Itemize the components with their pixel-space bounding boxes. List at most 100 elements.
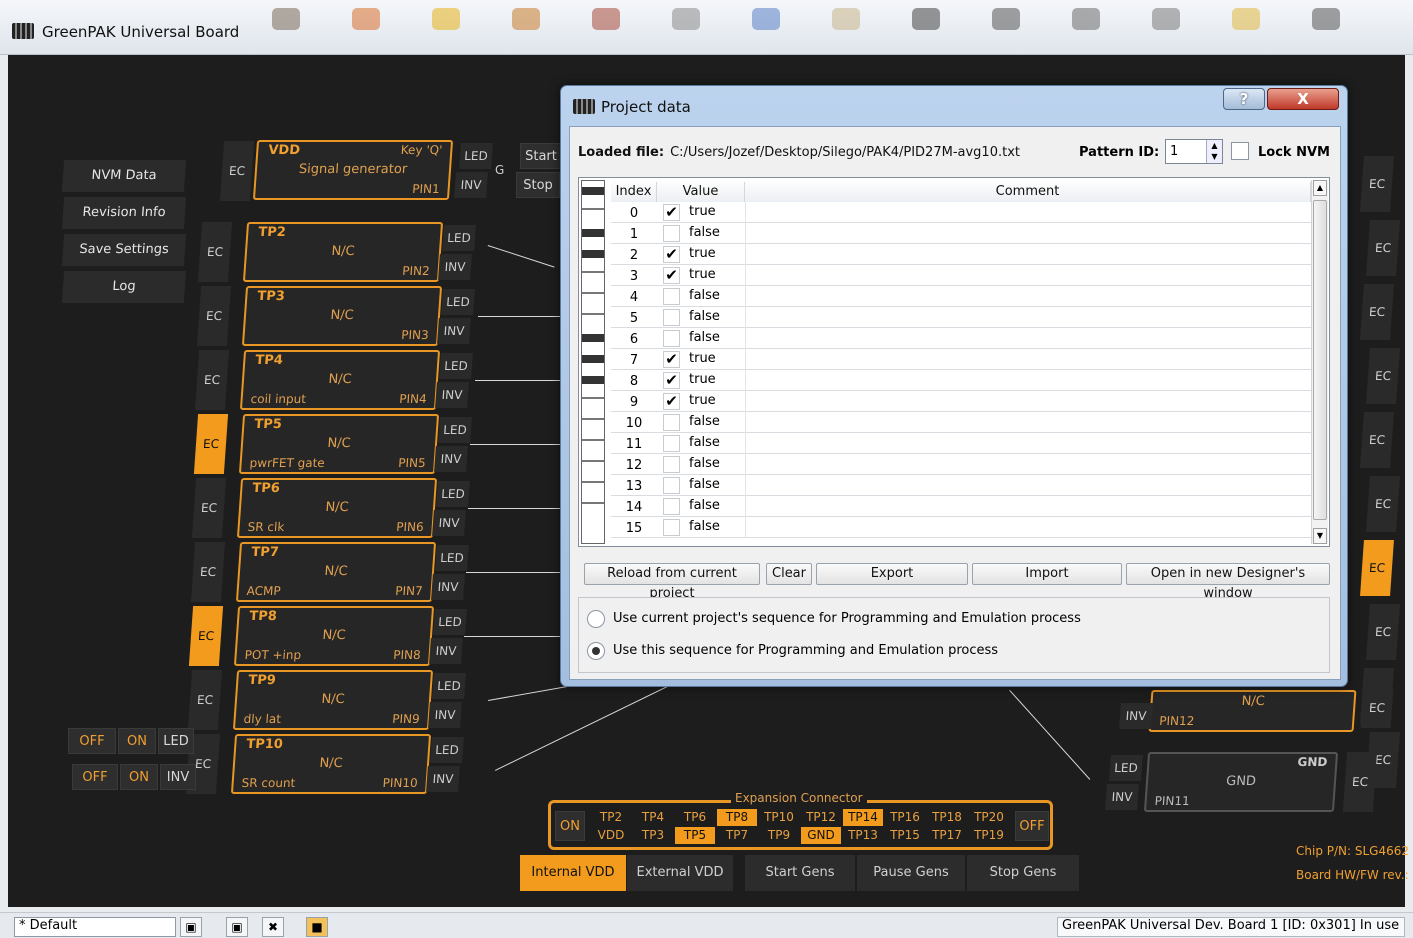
row-checkbox[interactable] — [663, 519, 680, 536]
pattern-id-spinner[interactable]: ▲ ▼ — [1206, 140, 1222, 163]
column-index[interactable]: Index — [611, 182, 657, 202]
expansion-pin-cell[interactable]: VDD — [591, 827, 631, 844]
pin12-block[interactable]: N/C PIN12 — [1148, 690, 1357, 732]
inv-button[interactable]: INV — [438, 254, 472, 280]
external-vdd-button[interactable]: External VDD — [627, 855, 733, 891]
inv-button[interactable]: INV — [426, 766, 460, 792]
led-button[interactable]: LED — [440, 289, 475, 315]
ec-button[interactable]: EC — [191, 478, 227, 538]
right-ec-button[interactable]: EC — [1366, 604, 1400, 660]
bag-icon[interactable] — [592, 8, 620, 30]
led-button[interactable]: LED — [437, 417, 472, 443]
close-button[interactable]: X — [1267, 88, 1339, 110]
led-button[interactable]: LED — [431, 673, 466, 699]
row-checkbox[interactable] — [663, 309, 680, 326]
profile-select[interactable]: * Default — [14, 917, 176, 937]
wand-icon[interactable] — [352, 8, 380, 30]
start-gens-button[interactable]: Start Gens — [745, 855, 855, 891]
table-row[interactable]: 15 false — [611, 517, 1311, 538]
row-checkbox[interactable] — [663, 435, 680, 452]
right-ec-button[interactable]: EC — [1360, 412, 1394, 468]
inv-button[interactable]: INV — [430, 574, 465, 600]
expansion-pin-cell[interactable]: TP15 — [885, 827, 925, 844]
pause-gens-button[interactable]: Pause Gens — [857, 855, 965, 891]
pin12-inv-button[interactable]: INV — [1119, 703, 1153, 729]
pin-block[interactable]: TP5 N/C pwrFET gate PIN5 — [238, 414, 439, 474]
right-ec-button[interactable]: EC — [1360, 284, 1394, 340]
pencil-icon[interactable] — [752, 8, 780, 30]
column-comment[interactable]: Comment — [745, 182, 1311, 202]
led-button[interactable]: LED — [430, 737, 464, 763]
inv-on-button[interactable]: ON — [120, 764, 158, 790]
clear-button[interactable]: Clear — [766, 563, 812, 585]
pin-block[interactable]: TP6 N/C SR clk PIN6 — [236, 478, 438, 538]
expansion-pin-cell[interactable]: TP2 — [591, 809, 631, 826]
plug-icon[interactable] — [512, 8, 540, 30]
vdd-led-button[interactable]: LED — [459, 143, 493, 169]
ec-button[interactable]: EC — [187, 670, 222, 730]
start-button[interactable]: Start — [520, 143, 562, 169]
pin11-ec-button[interactable]: EC — [1342, 752, 1378, 812]
pin11-inv-button[interactable]: INV — [1105, 784, 1139, 810]
row-checkbox[interactable] — [663, 477, 680, 494]
led-button[interactable]: LED — [442, 225, 476, 251]
expansion-pin-cell[interactable]: TP12 — [801, 809, 841, 826]
expansion-pin-cell[interactable]: TP6 — [675, 809, 715, 826]
inv-off-button[interactable]: OFF — [72, 764, 118, 790]
log-button[interactable]: Log — [61, 271, 187, 303]
help-button[interactable]: ? — [1223, 88, 1265, 110]
table-row[interactable]: 9 ✔ true — [611, 391, 1311, 412]
inv-button[interactable]: INV — [433, 446, 468, 472]
pin-block[interactable]: TP2 N/C PIN2 — [242, 222, 444, 282]
pin-block[interactable]: TP10 N/C SR count PIN10 — [230, 734, 432, 794]
open-designer-button[interactable]: Open in new Designer's window — [1126, 563, 1330, 601]
table-row[interactable]: 4 false — [611, 286, 1311, 307]
led-button[interactable]: LED — [439, 353, 473, 379]
row-checkbox[interactable] — [663, 330, 680, 347]
scroll-thumb[interactable] — [1313, 200, 1327, 520]
row-checkbox[interactable] — [663, 414, 680, 431]
pin11-block[interactable]: GND GND PIN11 — [1143, 752, 1339, 812]
pin-block[interactable]: TP8 N/C POT +inp PIN8 — [233, 606, 435, 666]
led-button[interactable]: LED — [434, 545, 469, 571]
table-row[interactable]: 2 ✔ true — [611, 244, 1311, 265]
ec-button[interactable]: EC — [197, 222, 233, 282]
vdd-inv-button[interactable]: INV — [454, 172, 488, 198]
led-off-button[interactable]: OFF — [68, 728, 116, 754]
row-checkbox[interactable] — [663, 288, 680, 305]
save-settings-button[interactable]: Save Settings — [61, 234, 187, 266]
expansion-pin-cell[interactable]: TP19 — [969, 827, 1009, 844]
coin-icon[interactable] — [1232, 8, 1260, 30]
ec-button[interactable]: EC — [193, 414, 228, 474]
nvm-data-button[interactable]: NVM Data — [61, 160, 187, 192]
inv-button[interactable]: INV — [436, 318, 471, 344]
table-scrollbar[interactable]: ▲ ▼ — [1311, 180, 1328, 544]
table-row[interactable]: 10 false — [611, 412, 1311, 433]
tool-icon[interactable] — [832, 8, 860, 30]
pin-block[interactable]: TP3 N/C PIN3 — [241, 286, 442, 346]
expansion-pin-cell[interactable]: TP20 — [969, 809, 1009, 826]
reload-button[interactable]: Reload from current project — [584, 563, 760, 601]
expansion-on-button[interactable]: ON — [555, 811, 585, 841]
radio-this-sequence[interactable] — [587, 642, 605, 660]
revision-info-button[interactable]: Revision Info — [61, 197, 187, 229]
row-checkbox[interactable]: ✔ — [663, 246, 680, 263]
expansion-pin-cell[interactable]: TP3 — [633, 827, 673, 844]
table-row[interactable]: 12 false — [611, 454, 1311, 475]
row-checkbox[interactable]: ✔ — [663, 351, 680, 368]
ec-button[interactable]: EC — [194, 350, 230, 410]
ec-button[interactable]: EC — [188, 606, 224, 666]
expansion-pin-cell[interactable]: GND — [801, 827, 841, 844]
stop-gens-button[interactable]: Stop Gens — [967, 855, 1079, 891]
expansion-pin-cell[interactable]: TP7 — [717, 827, 757, 844]
table-row[interactable]: 5 false — [611, 307, 1311, 328]
expansion-off-button[interactable]: OFF — [1015, 811, 1049, 841]
vdd-ec-button[interactable]: EC — [219, 141, 255, 201]
inv-button[interactable]: INV — [427, 702, 462, 728]
right-ec-button[interactable]: EC — [1366, 348, 1400, 404]
led-button[interactable]: LED — [436, 481, 470, 507]
save-icon[interactable]: ▣ — [180, 917, 202, 937]
inv-button[interactable]: INV — [432, 510, 466, 536]
scroll-up-icon[interactable]: ▲ — [1313, 180, 1327, 196]
row-checkbox[interactable] — [663, 456, 680, 473]
